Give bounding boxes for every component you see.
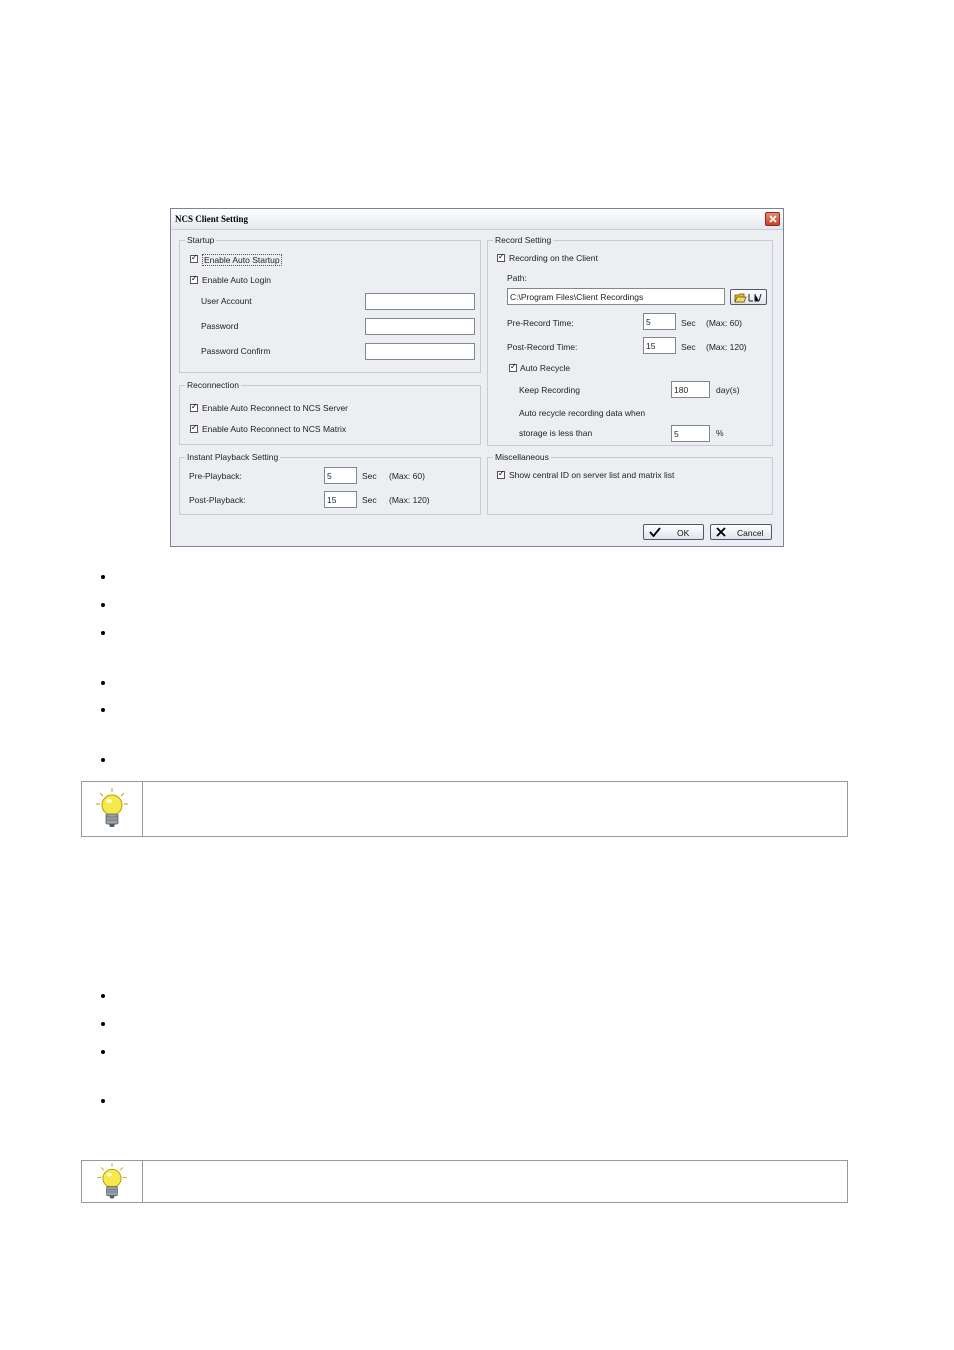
reconnection-group-title: Reconnection [185, 380, 241, 391]
ok-button-label: OK [677, 528, 690, 538]
list-bullet [101, 1099, 105, 1103]
reconnection-group: Reconnection [179, 380, 481, 445]
post-playback-max: (Max: 120) [389, 495, 430, 505]
cancel-button-label: Cancel [737, 528, 764, 538]
post-record-time-label: Post-Record Time: [507, 342, 578, 352]
title-bar[interactable]: NCS Client Setting [171, 209, 783, 230]
storage-threshold-input[interactable] [671, 425, 710, 442]
checkmark-icon [649, 527, 661, 537]
storage-threshold-unit: % [716, 428, 724, 438]
post-playback-input[interactable] [324, 491, 357, 508]
list-bullet [101, 681, 105, 685]
user-account-input[interactable] [365, 293, 475, 310]
cancel-button[interactable]: Cancel [710, 524, 772, 540]
pre-playback-max: (Max: 60) [389, 471, 425, 481]
tip-note-box [81, 1160, 848, 1203]
list-bullet [101, 708, 105, 712]
pre-record-time-input[interactable] [643, 313, 676, 330]
tip-icon-cell [82, 1161, 143, 1202]
record-setting-group-title: Record Setting [493, 235, 554, 246]
list-bullet [101, 758, 105, 762]
user-account-label: User Account [201, 296, 252, 306]
list-bullet [101, 994, 105, 998]
pre-record-time-max: (Max: 60) [706, 318, 742, 328]
auto-recycle-checkbox[interactable] [509, 362, 517, 372]
browse-button[interactable] [730, 289, 767, 305]
storage-less-than-label: storage is less than [519, 428, 593, 438]
close-icon [769, 215, 777, 223]
keep-recording-input[interactable] [671, 381, 710, 398]
post-record-time-input[interactable] [643, 337, 676, 354]
tip-note-box [81, 781, 848, 837]
x-icon [716, 527, 726, 537]
list-bullet [101, 603, 105, 607]
enable-auto-login-checkbox[interactable] [190, 274, 198, 284]
pre-playback-unit: Sec [362, 471, 377, 481]
enable-auto-startup-label[interactable]: Enable Auto Startup [202, 254, 282, 266]
post-playback-unit: Sec [362, 495, 377, 505]
enable-auto-login-label[interactable]: Enable Auto Login [202, 275, 271, 285]
list-bullet [101, 1050, 105, 1054]
ncs-client-setting-dialog: NCS Client Setting Startup Enable Auto S… [170, 208, 784, 547]
reconnect-ncs-matrix-label[interactable]: Enable Auto Reconnect to NCS Matrix [202, 424, 346, 434]
keep-recording-label: Keep Recording [519, 385, 580, 395]
reconnect-ncs-server-checkbox[interactable] [190, 402, 198, 412]
close-button[interactable] [765, 212, 780, 226]
reconnect-ncs-server-label[interactable]: Enable Auto Reconnect to NCS Server [202, 403, 348, 413]
ok-button[interactable]: OK [643, 524, 704, 540]
tip-icon-cell [82, 782, 143, 836]
list-bullet [101, 1022, 105, 1026]
recording-on-client-label[interactable]: Recording on the Client [509, 253, 598, 263]
dialog-title: NCS Client Setting [175, 214, 249, 224]
password-label: Password [201, 321, 239, 331]
pre-playback-input[interactable] [324, 467, 357, 484]
list-bullet [101, 575, 105, 579]
pre-record-time-unit: Sec [681, 318, 696, 328]
post-record-time-max: (Max: 120) [706, 342, 747, 352]
miscellaneous-group-title: Miscellaneous [493, 452, 551, 463]
path-label: Path: [507, 273, 527, 283]
post-playback-label: Post-Playback: [189, 495, 246, 505]
pre-playback-label: Pre-Playback: [189, 471, 242, 481]
recording-on-client-checkbox[interactable] [497, 252, 505, 262]
password-confirm-label: Password Confirm [201, 346, 271, 356]
auto-recycle-label[interactable]: Auto Recycle [520, 363, 570, 373]
password-input[interactable] [365, 318, 475, 335]
recycle-condition-text: Auto recycle recording data when [519, 408, 646, 418]
post-record-time-unit: Sec [681, 342, 696, 352]
keep-recording-unit: day(s) [716, 385, 740, 395]
lightbulb-icon [97, 1162, 127, 1199]
path-input[interactable] [507, 288, 725, 305]
instant-playback-group-title: Instant Playback Setting [185, 452, 281, 463]
show-central-id-checkbox[interactable] [497, 469, 505, 479]
list-bullet [101, 631, 105, 635]
pre-record-time-label: Pre-Record Time: [507, 318, 574, 328]
miscellaneous-group: Miscellaneous [487, 452, 773, 515]
password-confirm-input[interactable] [365, 343, 475, 360]
reconnect-ncs-matrix-checkbox[interactable] [190, 423, 198, 433]
folder-open-icon [734, 293, 762, 303]
lightbulb-icon [96, 788, 128, 827]
enable-auto-startup-checkbox[interactable] [190, 253, 198, 263]
startup-group-title: Startup [185, 235, 217, 246]
show-central-id-label[interactable]: Show central ID on server list and matri… [509, 470, 674, 480]
